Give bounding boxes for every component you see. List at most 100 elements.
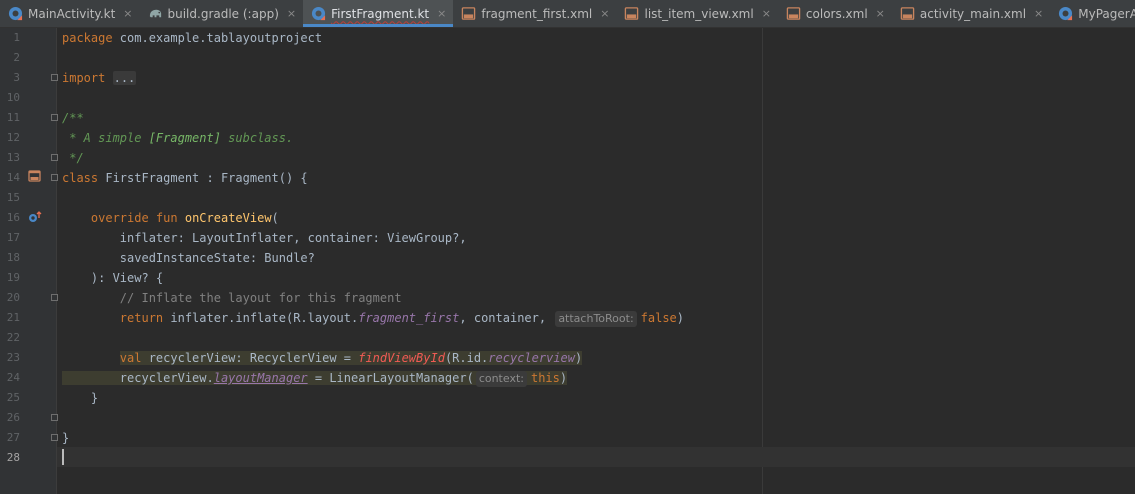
tab-mainactivity-kt[interactable]: MainActivity.kt × <box>0 0 140 27</box>
fold-toggle-icon[interactable] <box>51 414 58 421</box>
code-token: subclass. <box>220 131 294 145</box>
tab-mypageradapter-kt[interactable]: MyPagerAdapter.kt <box>1050 0 1135 27</box>
fold-toggle-icon[interactable] <box>51 174 58 181</box>
line-number: 23 <box>6 351 20 364</box>
fold-toggle-icon[interactable] <box>51 434 58 441</box>
tab-label: activity_main.xml <box>919 6 1027 21</box>
line-number: 19 <box>6 271 20 284</box>
gradle-elephant-icon <box>149 9 161 18</box>
code-token: inflater.inflate(R.layout. <box>163 311 359 325</box>
kotlin-file-icon <box>8 6 23 21</box>
line-number: 17 <box>6 231 20 244</box>
close-icon[interactable]: × <box>1034 7 1043 20</box>
close-icon[interactable]: × <box>287 7 296 20</box>
line-number: 2 <box>13 51 20 64</box>
right-margin-guide <box>762 28 763 494</box>
unresolved-reference[interactable]: findViewById <box>358 351 445 365</box>
tab-label: MainActivity.kt <box>28 6 116 21</box>
code-token: import <box>62 71 106 85</box>
line-number: 18 <box>6 251 20 264</box>
code-line: import ... <box>62 68 137 88</box>
tab-firstfragment-kt[interactable]: FirstFragment.kt × <box>303 0 454 27</box>
code-token: FirstFragment : Fragment() { <box>98 171 308 185</box>
code-token: ) <box>559 371 568 385</box>
code-token: (R.id. <box>444 351 489 365</box>
close-icon[interactable]: × <box>600 7 609 20</box>
layout-file-icon[interactable] <box>28 170 42 184</box>
code-token: * A simple <box>62 131 149 145</box>
code-line: package com.example.tablayoutproject <box>62 28 322 48</box>
xml-layout-icon <box>462 7 476 20</box>
code-token: com.example.tablayoutproject <box>112 31 323 45</box>
code-token: ) <box>676 311 685 325</box>
code-line: } <box>62 431 70 445</box>
code-line: // Inflate the layout for this fragment <box>62 291 402 305</box>
code-line: val recyclerView: RecyclerView = findVie… <box>62 348 583 368</box>
kotlin-file-icon <box>312 6 326 21</box>
fold-toggle-icon[interactable] <box>51 294 58 301</box>
close-icon[interactable]: × <box>762 7 771 20</box>
close-icon[interactable]: × <box>437 7 446 20</box>
fold-toggle-icon[interactable] <box>51 74 58 81</box>
tab-list-item-view-xml[interactable]: list_item_view.xml × <box>616 0 777 27</box>
editor-tab-bar: MainActivity.kt × build.gradle (:app) × … <box>0 0 1135 28</box>
code-token: return <box>119 311 164 325</box>
code-line: class FirstFragment : Fragment() { <box>62 168 308 188</box>
tab-label: fragment_first.xml <box>481 6 593 21</box>
line-number: 28 <box>6 451 20 464</box>
code-token: override fun <box>90 211 178 225</box>
code-line: */ <box>62 151 84 165</box>
text-caret <box>62 449 64 465</box>
code-token: class <box>62 171 99 185</box>
fold-toggle-icon[interactable] <box>51 154 58 161</box>
tab-activity-main-xml[interactable]: activity_main.xml × <box>892 0 1050 27</box>
line-number: 20 <box>6 291 20 304</box>
code-line: * A simple [Fragment] subclass. <box>62 128 293 148</box>
code-token: , container, <box>459 311 554 325</box>
code-token: recyclerView. <box>62 371 214 385</box>
kotlin-file-icon <box>1059 6 1073 21</box>
line-number: 22 <box>6 331 20 344</box>
code-line: /** <box>62 111 84 125</box>
close-icon[interactable]: × <box>123 7 132 20</box>
code-token: ) <box>575 351 583 365</box>
parameter-hint: context: <box>475 371 527 387</box>
close-icon[interactable]: × <box>876 7 885 20</box>
code-token: ( <box>271 211 279 225</box>
line-number: 1 <box>13 31 20 44</box>
line-number: 3 <box>13 71 20 84</box>
xml-layout-icon <box>900 7 915 20</box>
code-token: = LinearLayoutManager( <box>307 371 474 385</box>
tab-label: list_item_view.xml <box>644 6 754 21</box>
line-number: 16 <box>6 211 20 224</box>
line-number: 15 <box>6 191 20 204</box>
code-token: fragment_first <box>358 311 460 325</box>
tab-label: MyPagerAdapter.kt <box>1078 6 1135 21</box>
folded-imports-badge[interactable]: ... <box>112 71 137 85</box>
line-number: 27 <box>6 431 20 444</box>
current-line-highlight <box>57 447 1135 467</box>
xml-layout-icon <box>786 7 801 20</box>
override-method-icon[interactable] <box>28 210 42 224</box>
tab-fragment-first-xml[interactable]: fragment_first.xml × <box>453 0 616 27</box>
code-token: recyclerview <box>488 351 575 365</box>
code-editor[interactable]: 1 2 3 10 11 12 13 14 15 16 17 18 19 20 2… <box>0 28 1135 494</box>
tab-build-gradle[interactable]: build.gradle (:app) × <box>140 0 304 27</box>
tab-label: FirstFragment.kt <box>331 6 430 21</box>
code-token: recyclerView: RecyclerView = <box>141 351 359 365</box>
ide-window: MainActivity.kt × build.gradle (:app) × … <box>0 0 1135 494</box>
xml-layout-icon <box>625 7 639 20</box>
tab-colors-xml[interactable]: colors.xml × <box>778 0 892 27</box>
line-number: 12 <box>6 131 20 144</box>
line-number: 21 <box>6 311 20 324</box>
fold-toggle-icon[interactable] <box>51 114 58 121</box>
line-number: 13 <box>6 151 20 164</box>
code-token: onCreateView <box>184 211 272 225</box>
line-number: 11 <box>6 111 20 124</box>
line-number: 25 <box>6 391 20 404</box>
parameter-hint: attachToRoot: <box>555 311 637 327</box>
